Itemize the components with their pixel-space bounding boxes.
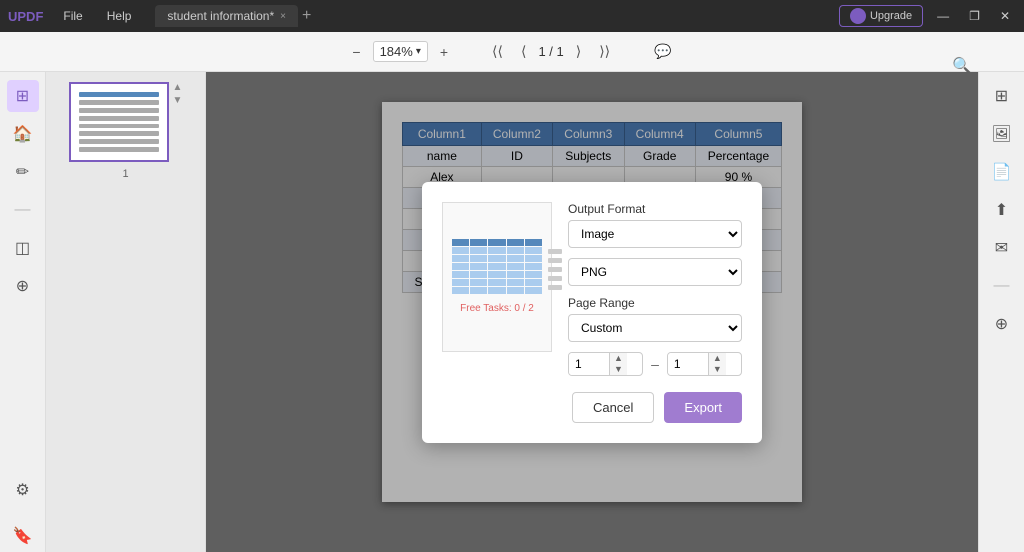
sidebar-home-icon[interactable]: 🏠 [7,118,39,150]
sidebar-pages-icon[interactable]: ⊞ [7,80,39,112]
minimize-btn[interactable]: — [931,7,955,25]
restore-btn[interactable]: ❐ [963,7,986,25]
right-doc-icon[interactable]: 📄 [986,156,1018,188]
sidebar-shapes-icon[interactable]: ◫ [7,232,39,264]
range-dash: – [651,356,659,372]
sidebar-separator: — [7,194,39,226]
to-down-btn[interactable]: ▼ [709,364,726,375]
right-upload-icon[interactable]: ⬆ [986,194,1018,226]
nav-next-btn[interactable]: ⟩ [570,39,587,64]
page-indicator: 1 / 1 [538,44,563,59]
modal-preview-panel: Free Tasks: 0 / 2 [442,202,552,352]
tab-label: student information* [167,9,274,23]
thumbnail-wrap: ▲ ▼ [69,82,183,162]
tab-area: student information* × + [155,5,831,27]
right-table-icon[interactable]: ⊞ [986,80,1018,112]
sidebar-edit-icon[interactable]: ✏ [7,156,39,188]
zoom-out-btn[interactable]: − [346,40,366,64]
page-range-select[interactable]: Custom All Pages [568,314,742,342]
range-from-input[interactable]: ▲ ▼ [568,352,643,376]
nav-prev-btn[interactable]: ⟨ [515,39,532,64]
upgrade-avatar [850,8,866,24]
modal-overlay: Free Tasks: 0 / 2 Output Format Image PD… [206,72,978,552]
scroll-up-btn[interactable]: ▲ [173,82,183,93]
left-sidebar: ⊞ 🏠 ✏ — ◫ ⊕ ⚙ 🔖 [0,72,46,552]
modal-form: Output Format Image PDF Word PNG JPG BMP… [568,202,742,423]
tab-close-btn[interactable]: × [280,11,286,22]
preview-side-lines [548,249,562,290]
to-spinners: ▲ ▼ [708,353,726,375]
from-up-btn[interactable]: ▲ [610,353,627,364]
page-thumbnail[interactable] [69,82,169,162]
free-tasks-label: Free Tasks: 0 / 2 [460,303,534,314]
nav-last-btn[interactable]: ⟩⟩ [593,39,616,64]
sidebar-stamp-icon[interactable]: ⊕ [7,270,39,302]
sidebar-settings-icon[interactable]: ⚙ [7,474,39,506]
page-range-label: Page Range [568,296,742,310]
thumbnail-panel: ▲ ▼ 1 [46,72,206,552]
thumbnail-scrollbar: ▲ ▼ [173,82,183,106]
comment-btn[interactable]: 💬 [648,39,677,64]
content-area: Column1 Column2 Column3 Column4 Column5 … [206,72,978,552]
zoom-level: 184% [380,44,413,59]
range-to-input[interactable]: ▲ ▼ [667,352,742,376]
zoom-dropdown-icon[interactable]: ▾ [416,46,421,57]
add-tab-btn[interactable]: + [302,7,311,25]
nav-first-btn[interactable]: ⟨⟨ [486,39,509,64]
preview-table [452,239,542,294]
right-mail-icon[interactable]: ✉ [986,232,1018,264]
upgrade-label: Upgrade [870,10,912,22]
file-menu[interactable]: File [55,7,90,25]
titlebar: UPDF File Help student information* × + … [0,0,1024,32]
right-share-icon[interactable]: ⊕ [986,308,1018,340]
app-logo: UPDF [8,9,43,24]
main-layout: ⊞ 🏠 ✏ — ◫ ⊕ ⚙ 🔖 ▲ [0,72,1024,552]
output-format-label: Output Format [568,202,742,216]
modal-buttons: Cancel Export [568,392,742,423]
page-range-inputs: ▲ ▼ – ▲ ▼ [568,352,742,376]
zoom-in-btn[interactable]: + [434,40,454,64]
upgrade-button[interactable]: Upgrade [839,5,923,27]
close-btn[interactable]: ✕ [994,7,1016,25]
export-modal: Free Tasks: 0 / 2 Output Format Image PD… [422,182,762,443]
right-image-icon[interactable]: 🖼 [986,118,1018,150]
from-spinners: ▲ ▼ [609,353,627,375]
right-separator: — [986,270,1018,302]
sidebar-bookmark-icon[interactable]: 🔖 [7,520,39,552]
format-select[interactable]: Image PDF Word [568,220,742,248]
help-menu[interactable]: Help [99,7,140,25]
export-button[interactable]: Export [664,392,742,423]
thumbnail-page-num: 1 [122,168,128,180]
right-sidebar: ⊞ 🖼 📄 ⬆ ✉ — ⊕ [978,72,1024,552]
window-controls: Upgrade — ❐ ✕ [839,5,1016,27]
zoom-display[interactable]: 184% ▾ [373,41,428,62]
range-from-field[interactable] [569,353,609,375]
cancel-button[interactable]: Cancel [572,392,654,423]
from-down-btn[interactable]: ▼ [610,364,627,375]
range-to-field[interactable] [668,353,708,375]
type-select[interactable]: PNG JPG BMP [568,258,742,286]
toolbar: − 184% ▾ + ⟨⟨ ⟨ 1 / 1 ⟩ ⟩⟩ 💬 🔍 [0,32,1024,72]
active-tab[interactable]: student information* × [155,5,298,27]
scroll-down-btn[interactable]: ▼ [173,95,183,106]
to-up-btn[interactable]: ▲ [709,353,726,364]
thumbnail-preview [79,92,159,152]
